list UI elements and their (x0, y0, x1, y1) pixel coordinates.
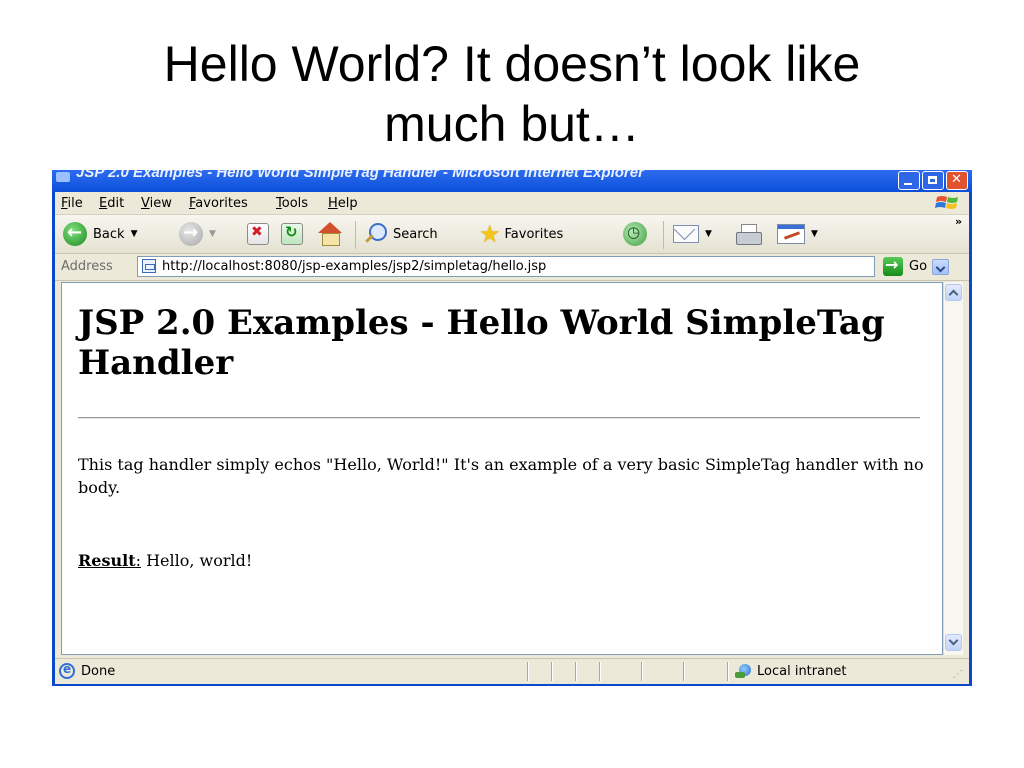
address-bar: Address http://localhost:8080/jsp-exampl… (55, 254, 969, 281)
close-button[interactable] (946, 171, 968, 190)
intranet-zone-icon (735, 663, 755, 679)
slide-title-line-1: Hello World? It doesn’t look like (163, 36, 861, 92)
toolbar-overflow-icon[interactable]: » (955, 215, 962, 228)
status-panel-divider (527, 662, 529, 681)
printer-icon (735, 224, 762, 245)
page-description: This tag handler simply echos "Hello, Wo… (78, 455, 924, 497)
resize-grip-icon[interactable]: ⋰ (953, 669, 963, 680)
menu-bar: File Edit View Favorites Tools Help (55, 192, 969, 215)
status-panel-divider (683, 662, 685, 681)
browser-window: JSP 2.0 Examples - Hello World SimpleTag… (52, 170, 972, 686)
address-dropdown-button[interactable] (932, 259, 949, 275)
home-icon (317, 222, 343, 246)
favorites-label: Favorites (504, 226, 564, 242)
status-panel-divider (575, 662, 577, 681)
go-arrow-icon (883, 255, 903, 276)
menu-favorites[interactable]: Favorites (189, 196, 248, 211)
edit-button[interactable]: ▼ (777, 221, 818, 247)
search-icon (363, 222, 387, 246)
result-line: Result: Hello, world! (78, 551, 252, 570)
mail-icon (673, 225, 699, 243)
status-text: Done (81, 664, 116, 679)
menu-help[interactable]: Help (328, 196, 358, 211)
favorites-button[interactable]: ★ Favorites (479, 221, 563, 247)
result-label: Result (78, 551, 136, 570)
menu-file[interactable]: File (61, 196, 83, 211)
chevron-down-icon: ▼ (811, 229, 818, 239)
page-icon (142, 259, 156, 273)
horizontal-rule (78, 417, 920, 419)
scroll-up-button[interactable] (945, 284, 962, 301)
toolbar-separator (663, 221, 664, 249)
menu-edit[interactable]: Edit (99, 196, 124, 211)
zone-text: Local intranet (757, 664, 847, 679)
window-title: JSP 2.0 Examples - Hello World SimpleTag… (76, 170, 644, 181)
chevron-down-icon: ▼ (209, 229, 216, 239)
stop-button[interactable] (247, 221, 269, 247)
scroll-down-button[interactable] (945, 634, 962, 651)
search-label: Search (393, 226, 438, 242)
minimize-button[interactable] (898, 171, 920, 190)
vertical-scrollbar[interactable] (943, 282, 963, 655)
edit-page-icon (777, 224, 805, 244)
slide-title-line-2: much but… (384, 96, 640, 152)
toolbar-separator (355, 221, 356, 249)
mail-button[interactable]: ▼ (673, 221, 712, 247)
menu-tools[interactable]: Tools (276, 196, 308, 211)
title-bar[interactable]: JSP 2.0 Examples - Hello World SimpleTag… (52, 170, 972, 192)
forward-button[interactable]: ▼ (179, 221, 216, 247)
status-bar: Done Local intranet ⋰ (55, 658, 969, 684)
refresh-button[interactable] (281, 221, 303, 247)
history-button[interactable] (623, 221, 647, 247)
address-url[interactable]: http://localhost:8080/jsp-examples/jsp2/… (162, 259, 546, 274)
status-panel-divider (551, 662, 553, 681)
stop-icon (247, 223, 269, 245)
slide-title: Hello World? It doesn’t look like much b… (0, 34, 1024, 154)
address-label: Address (61, 259, 113, 274)
maximize-button[interactable] (922, 171, 944, 190)
history-icon (623, 222, 647, 246)
ie-page-icon (59, 662, 75, 679)
status-panel-divider (599, 662, 601, 681)
back-button[interactable]: Back ▼ (63, 221, 137, 247)
chevron-down-icon: ▼ (705, 229, 712, 239)
star-icon: ★ (479, 220, 501, 248)
refresh-icon (281, 223, 303, 245)
page-heading: JSP 2.0 Examples - Hello World SimpleTag… (78, 303, 885, 383)
home-button[interactable] (317, 221, 343, 247)
window-body: File Edit View Favorites Tools Help Back… (55, 192, 969, 684)
back-arrow-icon (63, 222, 87, 246)
back-label: Back (93, 226, 125, 242)
print-button[interactable] (735, 221, 762, 247)
status-panel-divider (727, 662, 729, 681)
chevron-down-icon: ▼ (130, 229, 138, 239)
go-label: Go (909, 259, 928, 274)
menu-view[interactable]: View (141, 196, 172, 211)
go-button[interactable]: Go (883, 255, 928, 276)
ie-app-icon (56, 172, 70, 182)
search-button[interactable]: Search (363, 221, 438, 247)
page-content: JSP 2.0 Examples - Hello World SimpleTag… (61, 282, 943, 655)
address-input[interactable]: http://localhost:8080/jsp-examples/jsp2/… (137, 256, 949, 277)
windows-logo-icon (935, 196, 958, 209)
result-value: Hello, world! (140, 551, 253, 570)
status-panel-divider (641, 662, 643, 681)
forward-arrow-icon (179, 222, 203, 246)
standard-toolbar: Back ▼ ▼ Search ★ Favori (55, 215, 969, 254)
